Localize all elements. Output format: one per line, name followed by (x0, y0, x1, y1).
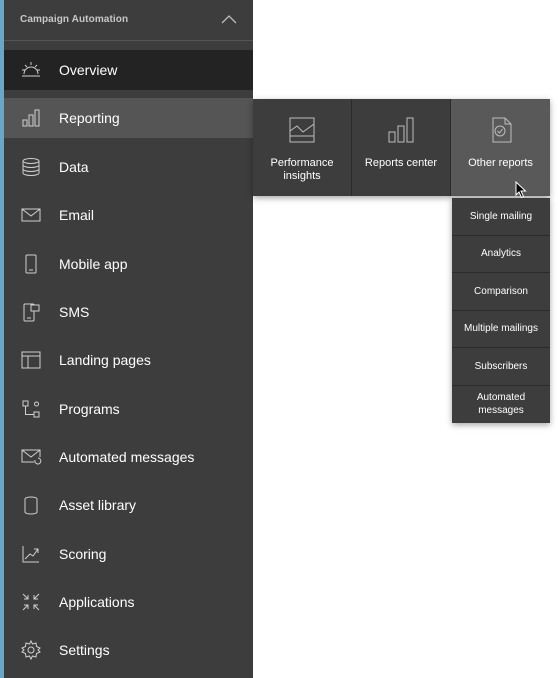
sidebar-item-label: Overview (59, 62, 118, 78)
sidebar-item-label: Applications (59, 594, 135, 610)
chevron-up-icon[interactable] (221, 12, 237, 24)
menu-item-comparison[interactable]: Comparison (452, 273, 550, 311)
collapse-arrows-icon (20, 591, 42, 613)
sunrise-icon (20, 59, 42, 81)
sidebar-item-label: SMS (59, 304, 90, 320)
document-check-icon (486, 115, 516, 145)
database-icon (20, 156, 42, 178)
menu-item-single-mailing[interactable]: Single mailing (452, 198, 550, 236)
flyout-item-performance-insights[interactable]: Performance insights (253, 99, 352, 196)
gear-icon (20, 639, 42, 661)
sidebar-item-label: Email (59, 207, 95, 223)
sidebar-item-landing-pages[interactable]: Landing pages (4, 340, 253, 380)
sidebar-item-sms[interactable]: SMS (4, 292, 253, 332)
sidebar-item-scoring[interactable]: Scoring (4, 534, 253, 574)
envelope-icon (20, 204, 42, 226)
sidebar-item-programs[interactable]: Programs (4, 389, 253, 429)
sidebar-item-mobile-app[interactable]: Mobile app (4, 244, 253, 284)
sidebar-item-label: Data (59, 159, 89, 175)
flyout-item-reports-center[interactable]: Reports center (352, 99, 451, 196)
sidebar-item-settings[interactable]: Settings (4, 630, 253, 670)
sidebar-item-data[interactable]: Data (4, 147, 253, 187)
sidebar-item-reporting[interactable]: Reporting (4, 98, 253, 138)
sidebar-item-label: Settings (59, 642, 110, 658)
menu-item-multiple-mailings[interactable]: Multiple mailings (452, 311, 550, 348)
envelope-refresh-icon (20, 446, 42, 468)
sidebar-item-label: Landing pages (59, 352, 151, 368)
bar-chart-icon (386, 115, 416, 145)
menu-item-automated-messages[interactable]: Automated messages (452, 386, 550, 424)
sidebar-item-asset-library[interactable]: Asset library (4, 485, 253, 525)
flyout-item-label: Performance insights (270, 157, 334, 182)
sms-phone-icon (20, 301, 42, 323)
sidebar-item-email[interactable]: Email (4, 195, 253, 235)
mouse-pointer-icon (515, 181, 527, 199)
sidebar-item-label: Programs (59, 401, 120, 417)
reporting-flyout: Performance insights Reports center Othe… (253, 99, 550, 196)
sidebar-item-overview[interactable]: Overview (4, 50, 253, 90)
line-chart-icon (287, 115, 317, 145)
cylinder-icon (20, 494, 42, 516)
flyout-item-other-reports[interactable]: Other reports (451, 99, 550, 196)
menu-item-subscribers[interactable]: Subscribers (452, 348, 550, 386)
menu-item-analytics[interactable]: Analytics (452, 236, 550, 273)
bar-chart-icon (20, 107, 42, 129)
sidebar-item-automated-messages[interactable]: Automated messages (4, 437, 253, 477)
sidebar: Campaign Automation Overview Reporting D… (4, 0, 253, 678)
sidebar-title: Campaign Automation (20, 14, 129, 25)
other-reports-menu: Single mailing Analytics Comparison Mult… (452, 198, 550, 423)
sidebar-item-label: Automated messages (59, 449, 195, 465)
mobile-phone-icon (20, 253, 42, 275)
program-flow-icon (20, 398, 42, 420)
sidebar-item-label: Reporting (59, 110, 120, 126)
flyout-item-label: Reports center (364, 157, 438, 169)
flyout-item-label: Other reports (468, 157, 533, 169)
sidebar-item-label: Scoring (59, 546, 107, 562)
sidebar-item-label: Mobile app (59, 256, 128, 272)
trend-chart-icon (20, 543, 42, 565)
sidebar-item-applications[interactable]: Applications (4, 582, 253, 622)
sidebar-header: Campaign Automation (4, 0, 253, 41)
layout-icon (20, 349, 42, 371)
sidebar-item-label: Asset library (59, 497, 137, 513)
